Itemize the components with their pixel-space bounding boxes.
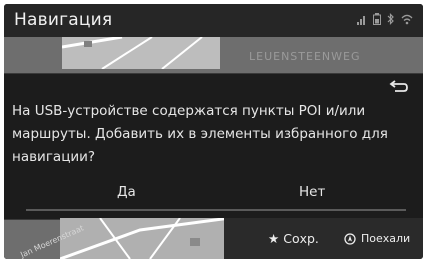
back-arrow-icon[interactable]: [389, 80, 409, 94]
dialog-message: На USB-устройстве содержатся пункты POI …: [12, 103, 388, 165]
save-button[interactable]: ★ Сохр.: [268, 231, 319, 246]
battery-icon: [373, 13, 381, 25]
signal-icon: [357, 16, 365, 25]
page-title: Навигация: [14, 10, 113, 30]
go-button[interactable]: Поехали: [344, 232, 410, 245]
no-button[interactable]: Нет: [299, 184, 325, 200]
bluetooth-icon: [387, 13, 394, 25]
title-bar: Навигация: [4, 4, 423, 37]
star-icon: ★: [268, 231, 280, 246]
wifi-icon: [401, 14, 413, 25]
navigate-icon: [344, 232, 356, 245]
yes-button[interactable]: Да: [117, 184, 136, 200]
street-label-top: LEUENSTEENWEG: [249, 50, 361, 63]
save-label: Сохр.: [283, 231, 319, 246]
go-label: Поехали: [361, 232, 411, 245]
status-icons: [357, 13, 413, 25]
usb-poi-dialog: На USB-устройстве содержатся пункты POI …: [4, 73, 423, 220]
screen: Навигация LEUENSTEENWEG На USB-устройств…: [4, 4, 423, 259]
map-view-top: [61, 35, 220, 70]
map-view-bottom: [59, 216, 231, 259]
no-button-underline: [216, 209, 406, 211]
yes-button-underline: [26, 209, 216, 211]
